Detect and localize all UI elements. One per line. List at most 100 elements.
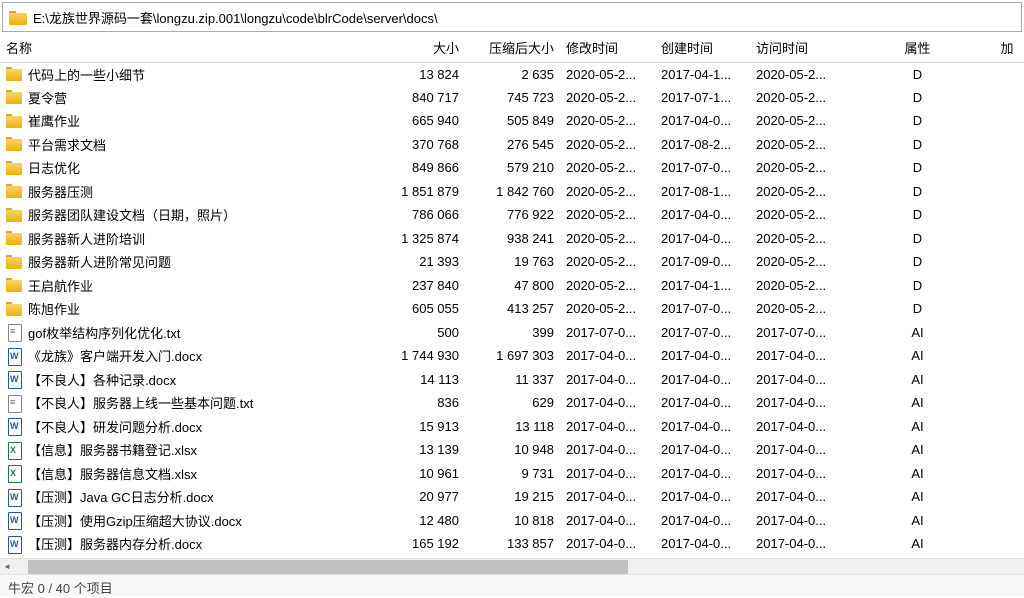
cell-extra [990, 274, 1024, 298]
table-row[interactable]: 【压测】使用Gzip压缩超大协议.docx12 48010 8182017-04… [0, 509, 1024, 533]
cell-acc: 2017-04-0... [750, 462, 845, 486]
cell-attr: AI [845, 344, 990, 368]
cell-mod: 2020-05-2... [560, 109, 655, 133]
col-created[interactable]: 创建时间 [655, 34, 750, 62]
cell-extra [990, 227, 1024, 251]
cell-cre: 2017-04-0... [655, 203, 750, 227]
table-row[interactable]: 王启航作业237 84047 8002020-05-2...2017-04-1.… [0, 274, 1024, 298]
cell-size: 10 961 [395, 462, 465, 486]
file-name: 【压测】服务器内存分析.docx [28, 534, 202, 553]
cell-packed: 19 215 [465, 485, 560, 509]
table-row[interactable]: 代码上的一些小细节13 8242 6352020-05-2...2017-04-… [0, 62, 1024, 86]
file-name: 陈旭作业 [28, 299, 80, 318]
cell-size: 13 139 [395, 438, 465, 462]
col-accessed[interactable]: 访问时间 [750, 34, 845, 62]
cell-attr: AI [845, 368, 990, 392]
cell-cre: 2017-04-0... [655, 485, 750, 509]
table-row[interactable]: 【不良人】研发问题分析.docx15 91313 1182017-04-0...… [0, 415, 1024, 439]
cell-size: 840 717 [395, 86, 465, 110]
table-row[interactable]: 崔鹰作业665 940505 8492020-05-2...2017-04-0.… [0, 109, 1024, 133]
table-row[interactable]: 【不良人】服务器上线一些基本问题.txt8366292017-04-0...20… [0, 391, 1024, 415]
table-row[interactable]: 服务器压测1 851 8791 842 7602020-05-2...2017-… [0, 180, 1024, 204]
cell-extra [990, 156, 1024, 180]
col-attrs[interactable]: 属性 [845, 34, 990, 62]
table-row[interactable]: 服务器新人进阶常见问题21 39319 7632020-05-2...2017-… [0, 250, 1024, 274]
folder-icon [6, 254, 22, 270]
file-name: 日志优化 [28, 158, 80, 177]
cell-size: 21 393 [395, 250, 465, 274]
table-row[interactable]: gof枚举结构序列化优化.txt5003992017-07-0...2017-0… [0, 321, 1024, 345]
table-row[interactable]: 【信息】服务器信息文档.xlsx10 9619 7312017-04-0...2… [0, 462, 1024, 486]
cell-extra [990, 438, 1024, 462]
cell-mod: 2017-04-0... [560, 368, 655, 392]
cell-extra [990, 180, 1024, 204]
cell-cre: 2017-04-0... [655, 109, 750, 133]
table-row[interactable]: 【信息】服务器书籍登记.xlsx13 13910 9482017-04-0...… [0, 438, 1024, 462]
col-extra[interactable]: 加 [990, 34, 1024, 62]
col-name[interactable]: 名称 [0, 34, 395, 62]
cell-size: 500 [395, 321, 465, 345]
cell-extra [990, 297, 1024, 321]
cell-attr: D [845, 62, 990, 86]
cell-acc: 2017-04-0... [750, 344, 845, 368]
cell-acc: 2017-04-0... [750, 415, 845, 439]
address-bar[interactable]: E:\龙族世界源码一套\longzu.zip.001\longzu\code\b… [2, 2, 1022, 32]
cell-acc: 2020-05-2... [750, 133, 845, 157]
folder-icon [6, 301, 22, 317]
table-row[interactable]: 《龙族》客户端开发入门.docx1 744 9301 697 3032017-0… [0, 344, 1024, 368]
file-name: 【压测】Java GC日志分析.docx [28, 487, 214, 506]
folder-icon [6, 183, 22, 199]
cell-attr: D [845, 227, 990, 251]
file-name: 【不良人】研发问题分析.docx [28, 417, 202, 436]
scroll-thumb[interactable] [28, 560, 628, 574]
cell-extra [990, 250, 1024, 274]
horizontal-scrollbar[interactable]: ◄ [0, 558, 1024, 574]
table-row[interactable]: 夏令营840 717745 7232020-05-2...2017-07-1..… [0, 86, 1024, 110]
cell-mod: 2020-05-2... [560, 86, 655, 110]
table-row[interactable]: 【压测】服务器内存分析.docx165 192133 8572017-04-0.… [0, 532, 1024, 556]
status-bar: 牛宏 0 / 40 个项目 [0, 574, 1024, 596]
cell-packed: 399 [465, 321, 560, 345]
col-size[interactable]: 大小 [395, 34, 465, 62]
cell-attr: AI [845, 415, 990, 439]
cell-cre: 2017-04-0... [655, 462, 750, 486]
cell-cre: 2017-04-0... [655, 415, 750, 439]
cell-attr: AI [845, 485, 990, 509]
cell-mod: 2017-04-0... [560, 509, 655, 533]
cell-extra [990, 203, 1024, 227]
col-packed[interactable]: 压缩后大小 [465, 34, 560, 62]
cell-extra [990, 391, 1024, 415]
cell-mod: 2020-05-2... [560, 133, 655, 157]
cell-cre: 2017-04-1... [655, 62, 750, 86]
table-row[interactable]: 日志优化849 866579 2102020-05-2...2017-07-0.… [0, 156, 1024, 180]
cell-acc: 2020-05-2... [750, 203, 845, 227]
file-name: 【信息】服务器信息文档.xlsx [28, 464, 197, 483]
table-row[interactable]: 服务器新人进阶培训1 325 874938 2412020-05-2...201… [0, 227, 1024, 251]
col-modified[interactable]: 修改时间 [560, 34, 655, 62]
txt-icon [6, 395, 22, 411]
cell-acc: 2017-04-0... [750, 438, 845, 462]
cell-size: 836 [395, 391, 465, 415]
table-row[interactable]: 服务器团队建设文档（日期，照片）786 066776 9222020-05-2.… [0, 203, 1024, 227]
table-row[interactable]: 【不良人】各种记录.docx14 11311 3372017-04-0...20… [0, 368, 1024, 392]
scroll-left-icon[interactable]: ◄ [0, 560, 14, 574]
cell-attr: AI [845, 462, 990, 486]
cell-attr: D [845, 156, 990, 180]
cell-attr: D [845, 250, 990, 274]
cell-mod: 2017-04-0... [560, 485, 655, 509]
file-name: 【信息】服务器书籍登记.xlsx [28, 440, 197, 459]
docx-icon [6, 418, 22, 434]
cell-cre: 2017-04-0... [655, 438, 750, 462]
cell-mod: 2020-05-2... [560, 274, 655, 298]
file-name: 【不良人】服务器上线一些基本问题.txt [28, 393, 253, 412]
cell-mod: 2020-05-2... [560, 156, 655, 180]
file-name: 服务器团队建设文档（日期，照片） [28, 205, 236, 224]
cell-attr: D [845, 203, 990, 227]
file-name: 王启航作业 [28, 276, 93, 295]
docx-icon [6, 489, 22, 505]
cell-size: 14 113 [395, 368, 465, 392]
table-row[interactable]: 【压测】Java GC日志分析.docx20 97719 2152017-04-… [0, 485, 1024, 509]
table-row[interactable]: 陈旭作业605 055413 2572020-05-2...2017-07-0.… [0, 297, 1024, 321]
table-row[interactable]: 平台需求文档370 768276 5452020-05-2...2017-08-… [0, 133, 1024, 157]
txt-icon [6, 324, 22, 340]
